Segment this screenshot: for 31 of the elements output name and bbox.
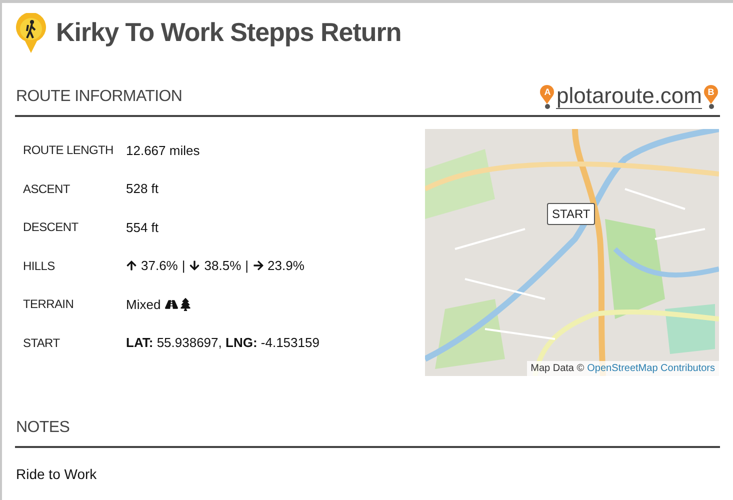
row-label: ROUTE LENGTH	[23, 142, 114, 160]
map[interactable]: START Map Data © OpenStreetMap Contributors	[425, 129, 719, 376]
start-marker: START	[547, 203, 596, 225]
attribution-text: Map Data ©	[530, 362, 584, 376]
row-value: 528 ft	[126, 181, 159, 196]
section-heading: ROUTE INFORMATION	[15, 87, 182, 107]
up-arrow-icon	[126, 260, 137, 272]
logo: A plotaroute.com B	[540, 85, 718, 109]
notes-text: Ride to Work	[16, 465, 98, 484]
right-arrow-icon	[252, 260, 264, 272]
row-label: START	[23, 334, 61, 352]
hill-value: 37.6%	[141, 257, 178, 275]
hiker-pin-icon	[14, 12, 48, 52]
route-title: Kirky To Work Stepps Return	[56, 16, 402, 49]
separator: |	[245, 257, 249, 275]
row-label: ASCENT	[23, 180, 71, 198]
tree-icon	[180, 298, 191, 311]
separator: |	[182, 257, 186, 275]
row-label: DESCENT	[23, 219, 80, 236]
row-label: HILLS	[23, 258, 56, 275]
attribution-link[interactable]: OpenStreetMap Contributors	[587, 361, 715, 376]
road-icon	[164, 298, 178, 311]
down-arrow-icon	[189, 260, 200, 272]
hill-value: 23.9%	[268, 257, 304, 275]
row-value: Mixed	[126, 296, 161, 314]
row-value: LAT: 55.938697, LNG: -4.153159	[126, 335, 320, 350]
row-value: 554 ft	[126, 220, 159, 234]
row-label: TERRAIN	[23, 296, 75, 314]
row-value: 12.667 miles	[126, 142, 200, 158]
section-heading: NOTES	[15, 418, 71, 438]
hill-value: 38.5%	[204, 257, 242, 275]
